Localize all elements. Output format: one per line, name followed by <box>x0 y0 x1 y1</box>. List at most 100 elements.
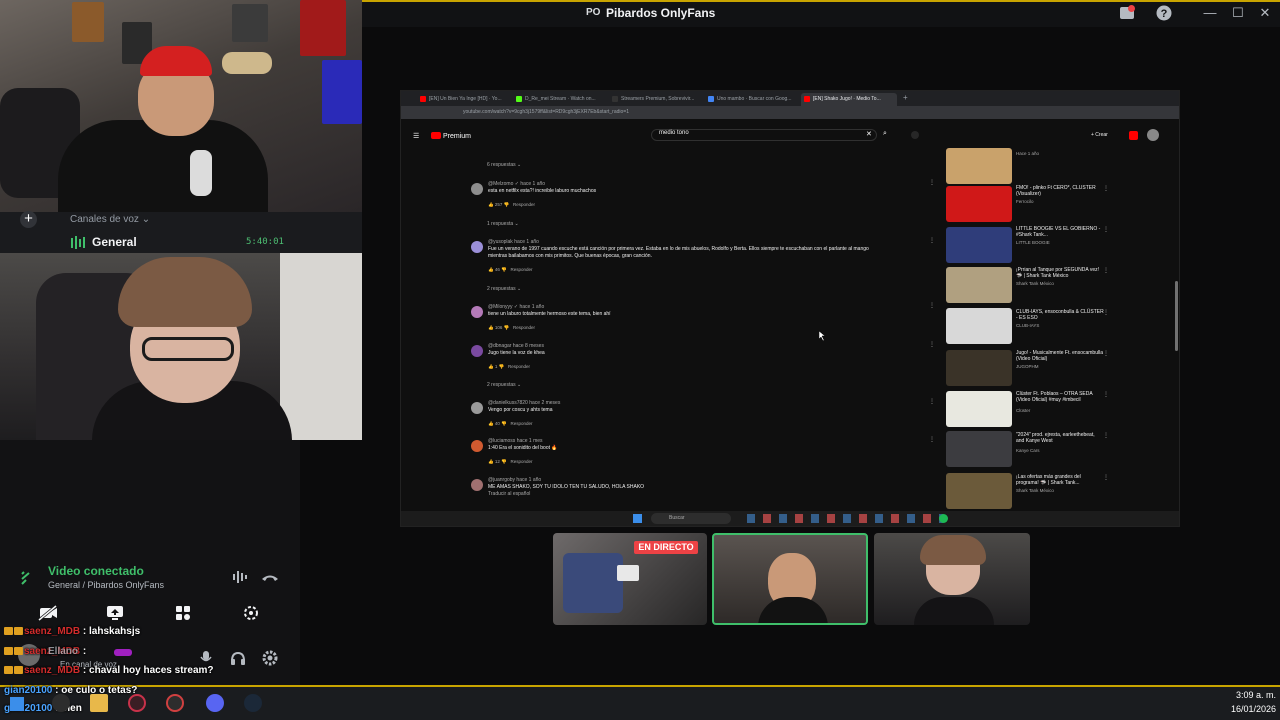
screen-share-icon[interactable] <box>97 604 133 622</box>
notifications-icon[interactable] <box>1129 131 1138 140</box>
menu-icon[interactable]: ☰ <box>413 132 419 140</box>
maximize-button[interactable]: ☐ <box>1230 5 1246 21</box>
video-title[interactable]: CLUB-IAYS, ensoconbulla & CLÜSTER - ES E… <box>1016 309 1104 321</box>
comment-author[interactable]: @danielkuss7820 hace 2 meses <box>488 400 560 406</box>
comment-author[interactable]: @Milonyyy ✓ hace 1 año <box>488 304 544 310</box>
avatar[interactable] <box>471 479 483 491</box>
voice-search-icon[interactable] <box>911 131 919 139</box>
participant-tile[interactable] <box>874 533 1030 625</box>
voice-activity-icon[interactable] <box>232 570 250 584</box>
search-icon[interactable]: ⌕ <box>883 130 887 138</box>
video-title[interactable]: Jugo! - Musicalmente Ft. ensocambulla (V… <box>1016 350 1104 362</box>
video-title[interactable]: Clüster Ft. Poblaos – OTRA SEDA (Video O… <box>1016 391 1104 403</box>
more-options-icon[interactable]: ⋮ <box>929 237 935 244</box>
comment-text: mientras bailabamos con mis primitos. Qu… <box>488 253 652 259</box>
video-thumbnail[interactable] <box>946 473 1012 509</box>
camera-off-icon[interactable] <box>29 604 65 622</box>
comment-author[interactable]: @Melzomo ✓ hace 1 año <box>488 181 545 187</box>
inbox-icon[interactable] <box>1118 4 1136 22</box>
replies-toggle[interactable]: 2 respuestas ⌄ <box>487 286 521 292</box>
more-options-icon[interactable]: ⋮ <box>1103 474 1109 481</box>
replies-toggle[interactable]: 2 respuestas ⌄ <box>487 382 521 388</box>
taskbar-apps[interactable] <box>747 514 943 523</box>
clock-date[interactable]: 16/01/2026 <box>1222 704 1276 714</box>
video-thumbnail[interactable] <box>946 267 1012 303</box>
minimize-button[interactable]: — <box>1202 5 1218 21</box>
avatar[interactable] <box>471 345 483 357</box>
soundboard-icon[interactable] <box>233 604 269 622</box>
spotify-icon[interactable] <box>939 514 948 523</box>
file-explorer-icon[interactable] <box>90 694 108 712</box>
youtube-logo[interactable]: Premium <box>431 132 471 140</box>
more-options-icon[interactable]: ⋮ <box>929 302 935 309</box>
search-query[interactable]: medio tono <box>659 130 689 136</box>
help-icon[interactable]: ? <box>1155 4 1173 22</box>
replies-toggle[interactable]: 1 respuesta ⌄ <box>487 221 519 227</box>
add-channel-button[interactable]: + <box>20 211 37 228</box>
browser-tab[interactable]: [EN] Un Bien Ya Inge [HD] · Yo... <box>417 93 509 106</box>
app-icon[interactable] <box>128 694 146 712</box>
clear-search-icon[interactable]: ✕ <box>866 130 872 138</box>
taskbar-search[interactable]: Buscar <box>651 513 731 524</box>
avatar[interactable] <box>471 306 483 318</box>
more-options-icon[interactable]: ⋮ <box>929 436 935 443</box>
more-options-icon[interactable]: ⋮ <box>929 179 935 186</box>
windows-start-icon[interactable] <box>633 514 642 523</box>
account-avatar[interactable] <box>1147 129 1159 141</box>
more-options-icon[interactable]: ⋮ <box>1103 309 1109 316</box>
comment-author[interactable]: @luciamoss hace 1 mes <box>488 438 543 444</box>
video-title[interactable]: LITTLE BOOGIE VS EL GOBIERNO - #Shark Ta… <box>1016 226 1104 238</box>
video-thumbnail[interactable] <box>946 148 1012 184</box>
more-options-icon[interactable]: ⋮ <box>929 398 935 405</box>
shared-screen: [EN] Un Bien Ya Inge [HD] · Yo... D_Re_m… <box>400 90 1180 527</box>
comment-author[interactable]: @dbnagar hace 8 meses <box>488 343 544 349</box>
translate-link[interactable]: Traducir al español <box>488 491 530 498</box>
comment-author[interactable]: @juanrgoby hace 1 año <box>488 477 541 483</box>
video-title[interactable]: FMO! - plinko Ft CERO*, CLUSTER (Visuali… <box>1016 185 1104 197</box>
more-options-icon[interactable]: ⋮ <box>1103 391 1109 398</box>
video-thumbnail[interactable] <box>946 391 1012 427</box>
search-icon[interactable] <box>52 694 70 712</box>
avatar[interactable] <box>471 440 483 452</box>
more-options-icon[interactable]: ⋮ <box>1103 432 1109 439</box>
browser-tab[interactable]: Uno mambo · Buscar con Goog... <box>705 93 797 106</box>
avatar[interactable] <box>471 241 483 253</box>
browser-tab[interactable]: D_Re_mei Stream · Watch on... <box>513 93 605 106</box>
more-options-icon[interactable]: ⋮ <box>1103 226 1109 233</box>
more-options-icon[interactable]: ⋮ <box>1103 350 1109 357</box>
microphone-icon[interactable] <box>200 650 212 666</box>
participant-tile-speaking[interactable] <box>712 533 868 625</box>
disconnect-icon[interactable] <box>261 572 279 582</box>
video-title[interactable]: ¡Las ofertas más grandes del programa! 🦈… <box>1016 474 1104 486</box>
more-options-icon[interactable]: ⋮ <box>1103 267 1109 274</box>
windows-start-icon[interactable] <box>10 697 24 711</box>
more-options-icon[interactable]: ⋮ <box>1103 185 1109 192</box>
more-options-icon[interactable]: ⋮ <box>929 341 935 348</box>
video-thumbnail[interactable] <box>946 227 1012 263</box>
new-tab-icon[interactable]: + <box>903 93 908 102</box>
browser-tab[interactable]: Streamers Premium, Sobrevivir... <box>609 93 701 106</box>
address-bar[interactable]: youtube.com/watch?v=9cgh3j1579ff&list=RD… <box>463 109 629 115</box>
browser-tab-active[interactable]: [EN] Shako Jugo! · Medio To... <box>801 93 897 106</box>
activities-icon[interactable] <box>165 604 201 622</box>
voice-category-label[interactable]: Canales de voz ⌄ <box>70 214 150 225</box>
settings-gear-icon[interactable] <box>262 650 278 666</box>
video-thumbnail[interactable] <box>946 308 1012 344</box>
avatar[interactable] <box>471 402 483 414</box>
replies-toggle[interactable]: 6 respuestas ⌄ <box>487 162 521 168</box>
video-title[interactable]: ¡Prrian al Tanque por SEGUNDA vez! 🦈 | S… <box>1016 267 1104 279</box>
scrollbar[interactable] <box>1175 281 1178 351</box>
avatar[interactable] <box>471 183 483 195</box>
video-thumbnail[interactable] <box>946 186 1012 222</box>
obs-icon[interactable] <box>166 694 184 712</box>
video-title[interactable]: "2024" prod. ejresta, earleethebeat, and… <box>1016 432 1104 444</box>
comment-author[interactable]: @yusoplak hace 1 año <box>488 239 539 245</box>
close-button[interactable]: ✕ <box>1257 5 1273 21</box>
discord-icon[interactable] <box>206 694 224 712</box>
video-thumbnail[interactable] <box>946 350 1012 386</box>
video-thumbnail[interactable] <box>946 431 1012 467</box>
headphones-icon[interactable] <box>230 651 246 665</box>
steam-icon[interactable] <box>244 694 262 712</box>
create-button[interactable]: + Crear <box>1091 132 1108 138</box>
clock-time[interactable]: 3:09 a. m. <box>1228 690 1276 700</box>
